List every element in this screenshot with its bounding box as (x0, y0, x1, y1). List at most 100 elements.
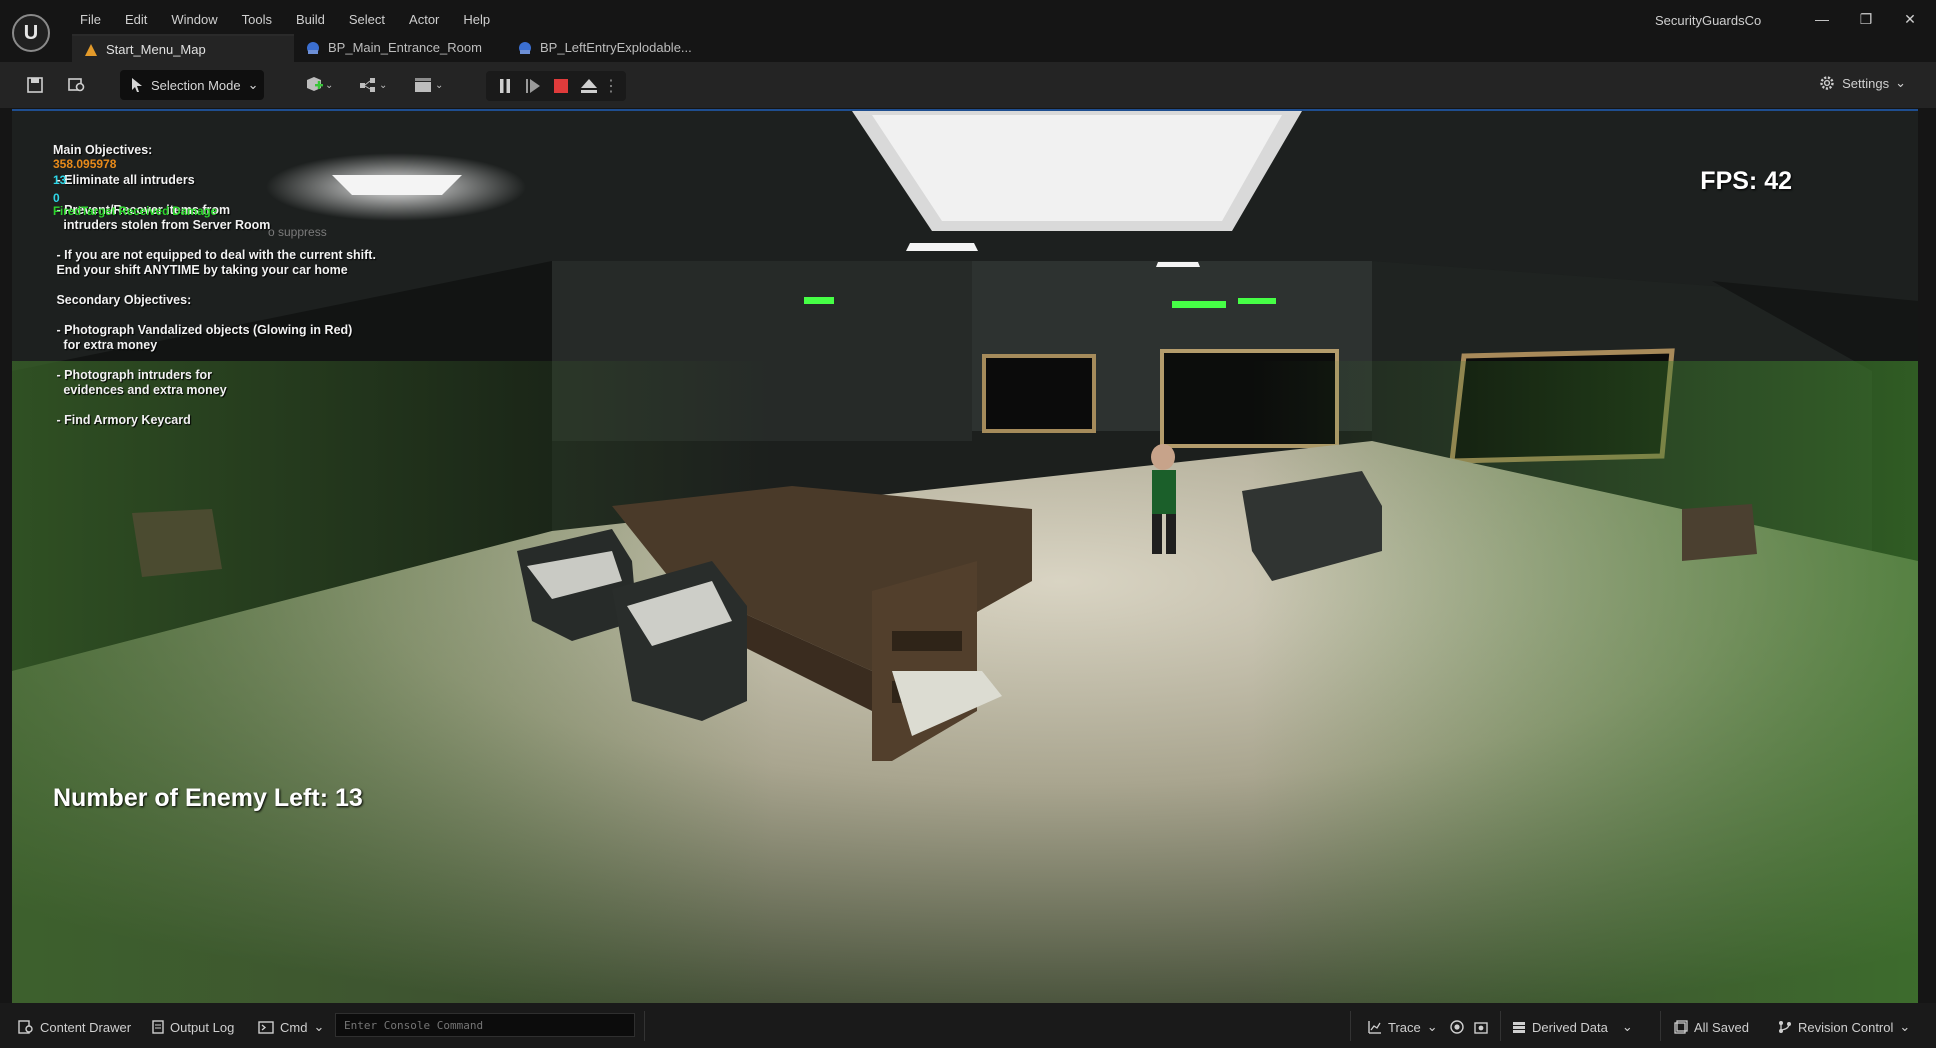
main-toolbar: Selection Mode ⌄ ⌄ ⌄ ⌄ ⋮ Settings ⌄ (0, 62, 1936, 108)
svg-text:⌄: ⌄ (325, 80, 333, 91)
all-saved-label: All Saved (1694, 1019, 1749, 1035)
pause-icon (500, 79, 510, 93)
menu-bar: File Edit Window Tools Build Select Acto… (68, 10, 502, 30)
blueprint-icon (307, 42, 319, 54)
derived-data-dropdown[interactable]: Derived Data ⌄ (1512, 1017, 1633, 1037)
play-options-button[interactable]: ⋮ (602, 73, 620, 99)
browse-button[interactable] (64, 72, 90, 98)
output-log-label: Output Log (170, 1019, 235, 1035)
step-forward-icon (526, 79, 540, 93)
terminal-icon (258, 1020, 274, 1034)
svg-text:⌄: ⌄ (435, 80, 443, 91)
enemy-counter: Number of Enemy Left: 13 (53, 784, 363, 812)
menu-select[interactable]: Select (337, 10, 397, 30)
trace-label: Trace (1388, 1019, 1421, 1035)
debug-value-orange: 358.095978 (53, 157, 117, 171)
eject-icon (581, 79, 597, 93)
map-warning-icon (85, 44, 97, 56)
tab-bp-main-entrance-room[interactable]: BP_Main_Entrance_Room (294, 34, 506, 62)
content-drawer-icon (18, 1020, 33, 1034)
trace-icon (1368, 1021, 1381, 1034)
tab-bp-leftentryexplodable[interactable]: BP_LeftEntryExplodable... (506, 34, 728, 62)
output-log-button[interactable]: Output Log (152, 1017, 234, 1037)
eject-button[interactable] (578, 73, 600, 99)
clapperboard-icon: ⌄ (415, 78, 443, 92)
play-controls: ⋮ (486, 71, 626, 101)
add-cube-icon: ⌄ (307, 77, 333, 91)
debug-value-cyan: 0 (53, 191, 60, 205)
cmd-dropdown[interactable]: Cmd ⌄ (258, 1017, 324, 1037)
stop-icon (554, 79, 568, 93)
divider (1660, 1011, 1661, 1041)
cmd-label: Cmd (280, 1019, 308, 1035)
selection-mode-label: Selection Mode (151, 77, 241, 93)
settings-button[interactable]: Settings ⌄ (1818, 74, 1906, 92)
revision-control-dropdown[interactable]: Revision Control ⌄ (1778, 1017, 1910, 1037)
menu-build[interactable]: Build (284, 10, 337, 30)
chevron-down-icon: ⌄ (1895, 75, 1906, 90)
folder-search-icon (68, 78, 85, 92)
chevron-down-icon: ⌄ (1621, 1019, 1633, 1034)
close-button[interactable]: ✕ (1888, 6, 1932, 32)
more-vertical-icon: ⋮ (603, 78, 619, 95)
trace-dropdown[interactable]: Trace ⌄ (1368, 1017, 1438, 1037)
objectives-panel: Main Objectives: - Eliminate all intrude… (53, 143, 376, 427)
debug-message-green: FiredTarget Received Damage (53, 206, 218, 218)
chevron-down-icon: ⌄ (247, 77, 259, 92)
advance-frame-button[interactable] (522, 73, 544, 99)
menu-window[interactable]: Window (159, 10, 229, 30)
save-icon (27, 77, 43, 93)
camera-icon (1474, 1022, 1488, 1034)
tab-start-menu-map[interactable]: Start_Menu_Map (72, 34, 294, 64)
add-actor-button[interactable]: ⌄ (298, 72, 338, 98)
level-viewport[interactable]: Main Objectives: - Eliminate all intrude… (12, 109, 1918, 1004)
settings-label: Settings (1842, 75, 1890, 91)
blueprint-menu-button[interactable]: ⌄ (354, 72, 394, 98)
record-button[interactable] (1450, 1017, 1464, 1037)
svg-text:⌄: ⌄ (379, 80, 387, 91)
revision-control-label: Revision Control (1798, 1019, 1894, 1035)
divider (1350, 1011, 1351, 1041)
output-log-icon (152, 1020, 164, 1034)
selection-mode-dropdown[interactable]: Selection Mode ⌄ (120, 70, 264, 100)
chevron-down-icon: ⌄ (1899, 1019, 1911, 1034)
minimize-button[interactable]: — (1800, 6, 1844, 32)
document-tabs: Start_Menu_Map BP_Main_Entrance_Room BP_… (72, 34, 728, 64)
divider (644, 1011, 645, 1041)
save-button[interactable] (22, 72, 48, 98)
status-bar: Content Drawer Output Log Cmd ⌄ Trace ⌄ (0, 1003, 1936, 1048)
menu-tools[interactable]: Tools (230, 10, 284, 30)
tab-label: BP_Main_Entrance_Room (328, 40, 482, 55)
pause-button[interactable] (494, 73, 516, 99)
content-drawer-button[interactable]: Content Drawer (18, 1017, 131, 1037)
restore-button[interactable]: ❐ (1844, 6, 1888, 32)
unreal-logo-icon[interactable]: U (12, 14, 50, 52)
debug-message-grey: o suppress (268, 225, 327, 239)
blueprint-graph-icon: ⌄ (360, 78, 387, 92)
project-name: SecurityGuardsCo (1655, 13, 1762, 28)
derived-data-label: Derived Data (1532, 1019, 1608, 1035)
branch-icon (1779, 1021, 1791, 1033)
stop-button[interactable] (550, 73, 572, 99)
cinematics-button[interactable]: ⌄ (408, 72, 450, 98)
menu-help[interactable]: Help (451, 10, 502, 30)
console-command-input[interactable] (335, 1013, 635, 1037)
all-saved-button[interactable]: All Saved (1674, 1017, 1749, 1037)
saved-files-icon (1674, 1020, 1688, 1034)
chevron-down-icon: ⌄ (1426, 1019, 1438, 1034)
derived-data-icon (1513, 1022, 1525, 1033)
gear-icon (1820, 76, 1834, 90)
blueprint-icon (519, 42, 531, 54)
chevron-down-icon: ⌄ (313, 1019, 325, 1034)
screenshot-button[interactable] (1474, 1017, 1488, 1037)
debug-value-cyan: 13 (53, 173, 67, 187)
menu-edit[interactable]: Edit (113, 10, 159, 30)
content-drawer-label: Content Drawer (40, 1019, 132, 1035)
tab-label: BP_LeftEntryExplodable... (540, 40, 692, 55)
menu-file[interactable]: File (68, 10, 113, 30)
menu-actor[interactable]: Actor (397, 10, 451, 30)
divider (1500, 1011, 1501, 1041)
fps-counter: FPS: 42 (1700, 167, 1792, 195)
tab-label: Start_Menu_Map (106, 42, 206, 57)
cursor-icon (132, 78, 142, 92)
